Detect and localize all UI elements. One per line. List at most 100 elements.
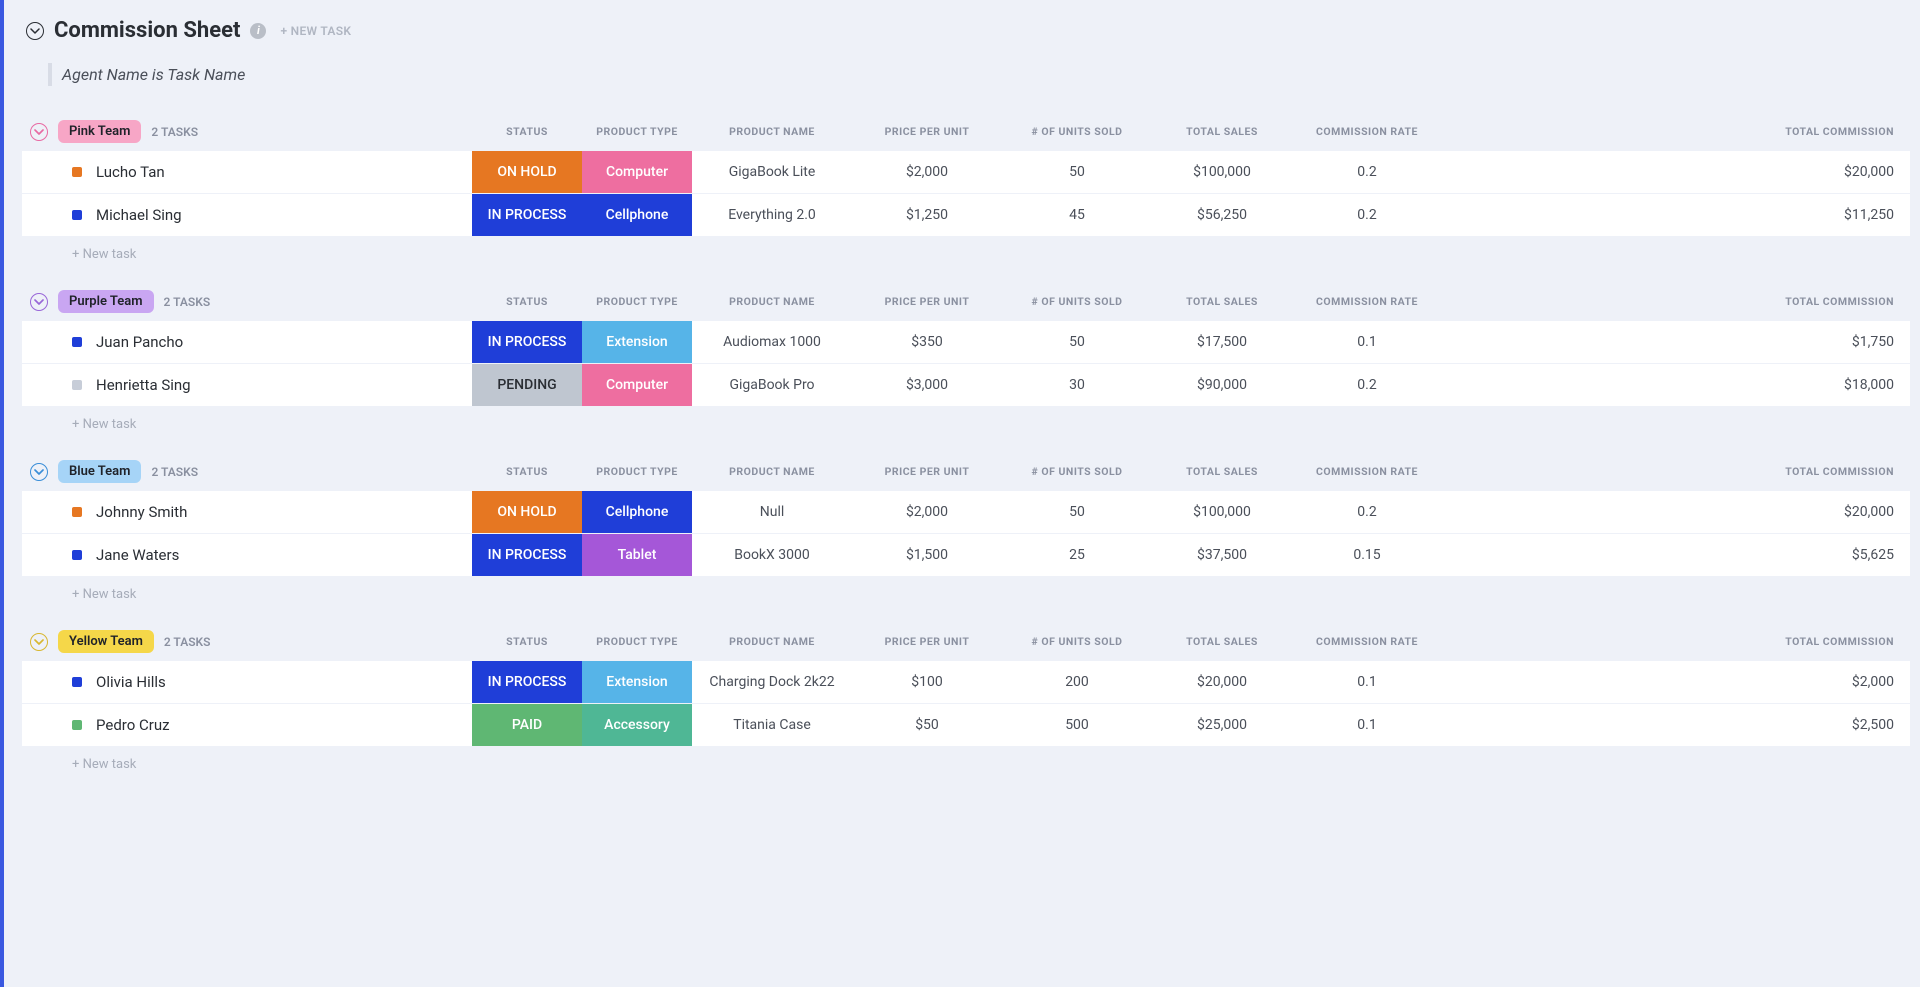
total-sales[interactable]: $56,250 [1152,194,1292,236]
column-header[interactable]: STATUS [472,465,582,478]
product-type-badge[interactable]: Cellphone [582,491,692,533]
units-sold[interactable]: 50 [1002,151,1152,193]
column-header[interactable]: # OF UNITS SOLD [1002,635,1152,648]
commission-rate[interactable]: 0.1 [1292,704,1442,746]
total-commission[interactable]: $2,500 [1442,704,1910,746]
status-badge[interactable]: IN PROCESS [472,534,582,576]
units-sold[interactable]: 25 [1002,534,1152,576]
collapse-group-icon[interactable] [30,293,48,311]
info-icon[interactable]: i [250,23,266,39]
status-bullet-icon[interactable] [72,380,82,390]
agent-name-cell[interactable]: Juan Pancho [22,321,472,363]
table-row[interactable]: Johnny SmithON HOLDCellphoneNull$2,00050… [22,491,1910,534]
price-per-unit[interactable]: $2,000 [852,491,1002,533]
column-header[interactable]: TOTAL COMMISSION [1442,465,1910,478]
team-pill[interactable]: Blue Team [58,460,141,483]
total-sales[interactable]: $100,000 [1152,151,1292,193]
status-bullet-icon[interactable] [72,167,82,177]
column-header[interactable]: PRODUCT NAME [692,635,852,648]
status-badge[interactable]: PAID [472,704,582,746]
agent-name-cell[interactable]: Johnny Smith [22,491,472,533]
product-type-badge[interactable]: Accessory [582,704,692,746]
total-commission[interactable]: $18,000 [1442,364,1910,406]
total-commission[interactable]: $20,000 [1442,491,1910,533]
new-task-button[interactable]: + New task [22,747,1910,772]
total-sales[interactable]: $90,000 [1152,364,1292,406]
column-header[interactable]: # OF UNITS SOLD [1002,125,1152,138]
commission-rate[interactable]: 0.2 [1292,194,1442,236]
product-name[interactable]: GigaBook Pro [692,364,852,406]
column-header[interactable]: STATUS [472,635,582,648]
agent-name-cell[interactable]: Henrietta Sing [22,364,472,406]
agent-name-cell[interactable]: Michael Sing [22,194,472,236]
status-badge[interactable]: IN PROCESS [472,321,582,363]
column-header[interactable]: TOTAL COMMISSION [1442,125,1910,138]
total-commission[interactable]: $11,250 [1442,194,1910,236]
status-badge[interactable]: PENDING [472,364,582,406]
agent-name-cell[interactable]: Lucho Tan [22,151,472,193]
table-row[interactable]: Henrietta SingPENDINGComputerGigaBook Pr… [22,364,1910,407]
column-header[interactable]: PRODUCT NAME [692,125,852,138]
new-task-button[interactable]: + New task [22,577,1910,602]
column-header[interactable]: PRODUCT NAME [692,295,852,308]
units-sold[interactable]: 45 [1002,194,1152,236]
column-header[interactable]: TOTAL COMMISSION [1442,295,1910,308]
units-sold[interactable]: 50 [1002,321,1152,363]
table-row[interactable]: Juan PanchoIN PROCESSExtensionAudiomax 1… [22,321,1910,364]
product-name[interactable]: BookX 3000 [692,534,852,576]
agent-name-cell[interactable]: Olivia Hills [22,661,472,703]
agent-name-cell[interactable]: Pedro Cruz [22,704,472,746]
commission-rate[interactable]: 0.1 [1292,321,1442,363]
product-name[interactable]: Charging Dock 2k22 [692,661,852,703]
total-sales[interactable]: $17,500 [1152,321,1292,363]
commission-rate[interactable]: 0.2 [1292,151,1442,193]
new-task-header-button[interactable]: + NEW TASK [276,24,351,38]
product-type-badge[interactable]: Computer [582,151,692,193]
column-header[interactable]: TOTAL COMMISSION [1442,635,1910,648]
product-name[interactable]: GigaBook Lite [692,151,852,193]
column-header[interactable]: PRICE PER UNIT [852,465,1002,478]
column-header[interactable]: COMMISSION RATE [1292,635,1442,648]
table-row[interactable]: Pedro CruzPAIDAccessoryTitania Case$5050… [22,704,1910,747]
status-badge[interactable]: ON HOLD [472,491,582,533]
price-per-unit[interactable]: $2,000 [852,151,1002,193]
column-header[interactable]: STATUS [472,125,582,138]
price-per-unit[interactable]: $350 [852,321,1002,363]
price-per-unit[interactable]: $1,500 [852,534,1002,576]
price-per-unit[interactable]: $50 [852,704,1002,746]
column-header[interactable]: PRICE PER UNIT [852,295,1002,308]
units-sold[interactable]: 200 [1002,661,1152,703]
column-header[interactable]: PRODUCT TYPE [582,635,692,648]
column-header[interactable]: PRICE PER UNIT [852,635,1002,648]
total-sales[interactable]: $100,000 [1152,491,1292,533]
price-per-unit[interactable]: $100 [852,661,1002,703]
table-row[interactable]: Lucho TanON HOLDComputerGigaBook Lite$2,… [22,151,1910,194]
new-task-button[interactable]: + New task [22,237,1910,262]
column-header[interactable]: STATUS [472,295,582,308]
collapse-group-icon[interactable] [30,123,48,141]
agent-name-cell[interactable]: Jane Waters [22,534,472,576]
table-row[interactable]: Jane WatersIN PROCESSTabletBookX 3000$1,… [22,534,1910,577]
status-bullet-icon[interactable] [72,210,82,220]
column-header[interactable]: PRODUCT TYPE [582,465,692,478]
total-sales[interactable]: $37,500 [1152,534,1292,576]
product-name[interactable]: Null [692,491,852,533]
team-pill[interactable]: Pink Team [58,120,141,143]
product-name[interactable]: Audiomax 1000 [692,321,852,363]
status-badge[interactable]: ON HOLD [472,151,582,193]
column-header[interactable]: PRICE PER UNIT [852,125,1002,138]
units-sold[interactable]: 500 [1002,704,1152,746]
product-type-badge[interactable]: Extension [582,321,692,363]
collapse-list-icon[interactable] [26,22,44,40]
status-bullet-icon[interactable] [72,507,82,517]
total-sales[interactable]: $20,000 [1152,661,1292,703]
column-header[interactable]: PRODUCT TYPE [582,125,692,138]
commission-rate[interactable]: 0.2 [1292,364,1442,406]
collapse-group-icon[interactable] [30,463,48,481]
new-task-button[interactable]: + New task [22,407,1910,432]
table-row[interactable]: Olivia HillsIN PROCESSExtensionCharging … [22,661,1910,704]
price-per-unit[interactable]: $1,250 [852,194,1002,236]
status-badge[interactable]: IN PROCESS [472,661,582,703]
product-type-badge[interactable]: Tablet [582,534,692,576]
product-type-badge[interactable]: Cellphone [582,194,692,236]
